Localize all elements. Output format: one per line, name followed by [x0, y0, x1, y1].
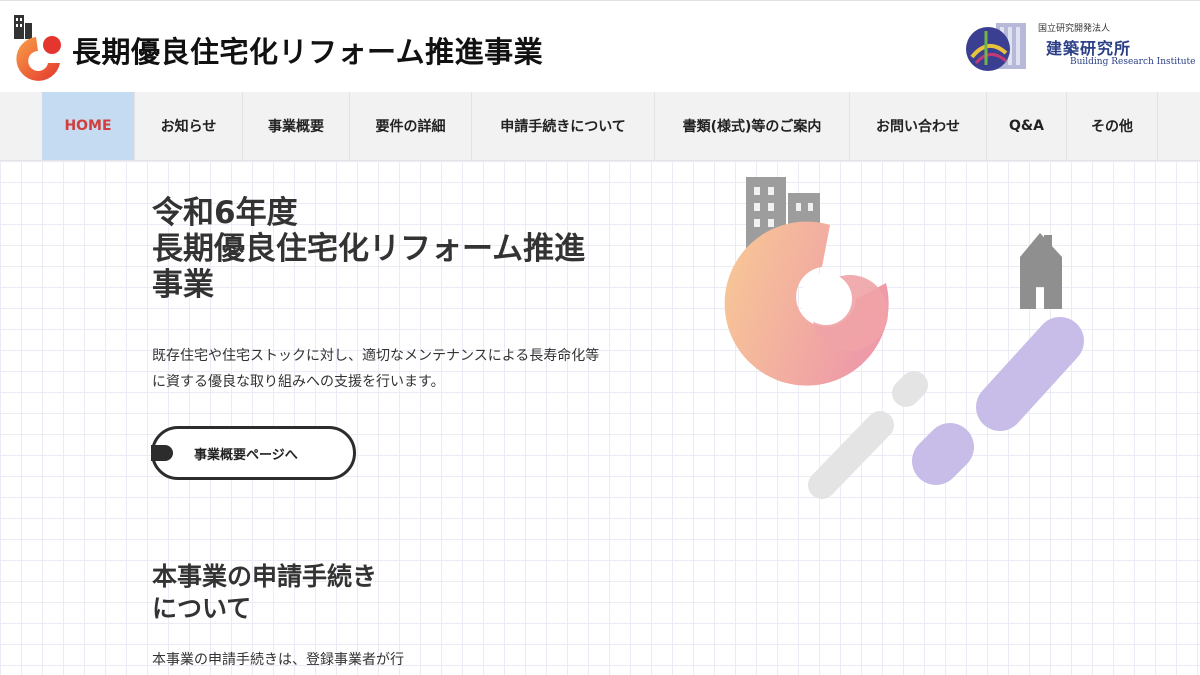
nav-item-other[interactable]: その他 [1066, 92, 1158, 160]
overview-page-button[interactable]: 事業概要ページへ [151, 426, 356, 480]
nav-item-contact[interactable]: お問い合わせ [849, 92, 986, 160]
section-title-line: 本事業の申請手続き [152, 562, 378, 591]
hero-description-line: 既存住宅や住宅ストックに対し、適切なメンテナンスによる長寿命化等 [152, 348, 600, 364]
hero-illustration [724, 177, 1084, 499]
nav-item-news[interactable]: お知らせ [134, 92, 242, 160]
section-title: 本事業の申請手続き について [152, 561, 377, 625]
hero-description: 既存住宅や住宅ストックに対し、適切なメンテナンスによる長寿命化等 に資する優良な… [152, 343, 599, 395]
section-text: 本事業の申請手続きは、登録事業者が行 [152, 652, 404, 668]
nav-item-qa[interactable]: Q&A [986, 92, 1066, 160]
main-nav: HOME お知らせ 事業概要 要件の詳細 申請手続きについて 書類(様式)等のご… [0, 92, 1200, 161]
nav-item-overview[interactable]: 事業概要 [242, 92, 349, 160]
site-header: 長期優良住宅化リフォーム推進事業 国立研究開発法人 建築研究所 Building… [0, 0, 1200, 93]
partner-english-name: Building Research Institute [1070, 57, 1196, 67]
house-icon [1020, 233, 1062, 309]
nav-item-requirements[interactable]: 要件の詳細 [349, 92, 471, 160]
hero-title: 令和6年度 長期優良住宅化リフォーム推進 事業 [152, 195, 585, 303]
nav-item-home[interactable]: HOME [42, 92, 134, 160]
main-content: 令和6年度 長期優良住宅化リフォーム推進 事業 既存住宅や住宅ストックに対し、適… [0, 161, 1200, 675]
hero-title-line: 令和6年度 [152, 195, 298, 231]
site-title[interactable]: 長期優良住宅化リフォーム推進事業 [72, 29, 543, 71]
site-logo-icon[interactable] [10, 15, 66, 83]
partner-org-type: 国立研究開発法人 [1038, 24, 1111, 34]
bri-logo-icon [966, 23, 1026, 71]
hero-title-line: 事業 [152, 267, 214, 303]
overview-page-button-label: 事業概要ページへ [194, 448, 298, 463]
partner-logo[interactable]: 国立研究開発法人 建築研究所 Building Research Institu… [962, 17, 1196, 77]
nav-item-documents[interactable]: 書類(様式)等のご案内 [654, 92, 849, 160]
button-accent-icon [151, 445, 173, 461]
nav-item-application[interactable]: 申請手続きについて [471, 92, 654, 160]
hero-title-line: 長期優良住宅化リフォーム推進 [152, 231, 586, 267]
partner-name: 建築研究所 [1046, 39, 1132, 58]
hero-description-line: に資する優良な取り組みへの支援を行います。 [152, 374, 445, 390]
section-title-line: について [152, 594, 252, 623]
